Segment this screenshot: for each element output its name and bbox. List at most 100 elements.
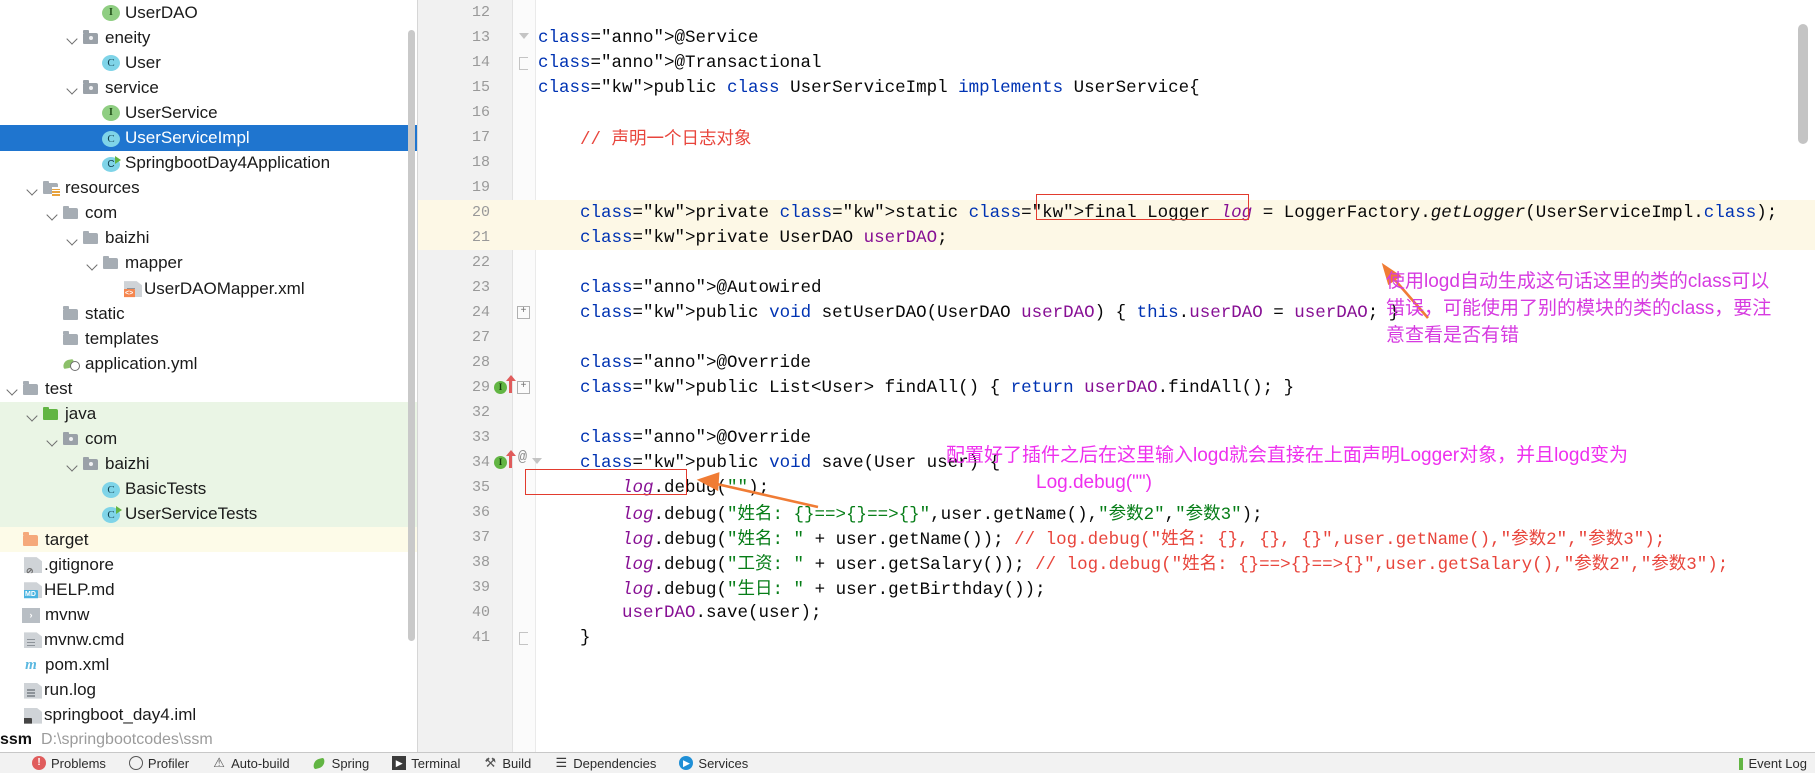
tree-item-basictests[interactable]: C BasicTests bbox=[0, 476, 418, 502]
sidebar-scrollbar[interactable] bbox=[408, 30, 415, 641]
runnable-class-icon: C bbox=[102, 505, 122, 523]
tree-item-mvnw-cmd[interactable]: mvnw.cmd bbox=[0, 627, 418, 652]
tree-item--gitignore[interactable]: ⊘ .gitignore bbox=[0, 552, 418, 577]
fold-expand-24[interactable]: + bbox=[517, 306, 530, 319]
tree-item-baizhi[interactable]: baizhi bbox=[0, 226, 418, 251]
code-line[interactable]: 14 class="anno">@Transactional bbox=[418, 50, 1815, 75]
tree-item-springboot-day4-iml[interactable]: springboot_day4.iml bbox=[0, 703, 418, 728]
tree-item-application-yml[interactable]: application.yml bbox=[0, 351, 418, 376]
tree-item-springbootday4application[interactable]: C SpringbootDay4Application bbox=[0, 151, 418, 176]
code-line[interactable]: 40 userDAO.save(user); bbox=[418, 600, 1815, 625]
module-row[interactable]: ssm D:\springbootcodes\ssm bbox=[0, 728, 213, 752]
tree-item-pom-xml[interactable]: m pom.xml bbox=[0, 652, 418, 677]
code-line[interactable]: 32 bbox=[418, 400, 1815, 425]
bottom-tab-build[interactable]: ⚒ Build bbox=[483, 755, 532, 771]
code-line-text: class="anno">@Autowired bbox=[580, 277, 822, 298]
tree-item-mapper[interactable]: mapper bbox=[0, 251, 418, 276]
code-line[interactable]: 15 class="kw">public class UserServiceImp… bbox=[418, 75, 1815, 100]
logger-annotation-line-2: 错误，可能使用了别的模块的类的class，要注 bbox=[1386, 298, 1772, 319]
code-text-area[interactable]: 12 13 class="anno">@Service 14 class="anno">… bbox=[418, 0, 1815, 752]
bottom-tab-label: Build bbox=[502, 755, 532, 771]
iml-module-file-icon bbox=[24, 707, 42, 724]
fold-triangle-34[interactable] bbox=[532, 458, 542, 464]
code-line[interactable]: 29 class="kw">public List<User> findAll(… bbox=[418, 375, 1815, 400]
tree-item-label: UserDAO bbox=[125, 2, 198, 22]
code-line[interactable]: 28 class="anno">@Override bbox=[418, 350, 1815, 375]
chevron-down-icon[interactable] bbox=[6, 382, 19, 395]
bottom-tab-problems[interactable]: ! Problems bbox=[32, 756, 106, 771]
event-log-button[interactable]: Event Log bbox=[1739, 756, 1807, 771]
tree-item-baizhi[interactable]: baizhi bbox=[0, 451, 418, 477]
chevron-down-icon[interactable] bbox=[46, 433, 59, 446]
project-tree-panel[interactable]: I UserDAO eneity C User service I UserService C U… bbox=[0, 0, 418, 752]
tree-item-templates[interactable]: templates bbox=[0, 326, 418, 351]
implemented-method-icon-34[interactable]: I bbox=[494, 456, 507, 469]
chevron-down-icon[interactable] bbox=[66, 458, 79, 471]
tree-item-mvnw[interactable]: › mvnw bbox=[0, 602, 418, 627]
tree-item-target[interactable]: target bbox=[0, 526, 418, 553]
tree-item-java[interactable]: java bbox=[0, 401, 418, 427]
code-line[interactable]: 19 bbox=[418, 175, 1815, 200]
fold-bracket-41[interactable] bbox=[519, 632, 528, 645]
tree-item-service[interactable]: service bbox=[0, 75, 418, 100]
code-line[interactable]: 17 // 声明一个日志对象 bbox=[418, 125, 1815, 150]
tree-item-com[interactable]: com bbox=[0, 426, 418, 452]
tree-item-userdaomapper-xml[interactable]: <> UserDAOMapper.xml bbox=[0, 276, 418, 301]
tree-item-com[interactable]: com bbox=[0, 201, 418, 226]
tree-item-label: resources bbox=[65, 178, 140, 198]
tree-item-userserviceimpl[interactable]: C UserServiceImpl bbox=[0, 125, 418, 151]
tree-item-test[interactable]: test bbox=[0, 376, 418, 401]
code-line[interactable]: 41 } bbox=[418, 625, 1815, 650]
tree-item-label: SpringbootDay4Application bbox=[125, 153, 331, 173]
fold-triangle-13[interactable] bbox=[519, 33, 529, 39]
tree-item-label: java bbox=[65, 404, 97, 424]
code-line[interactable]: 12 bbox=[418, 0, 1815, 25]
bottom-tool-window-bar[interactable]: ! Problems Profiler ⚠ Auto-build Spring ▶ Termi… bbox=[0, 753, 1815, 773]
code-line-text: class="anno">@Override bbox=[580, 427, 812, 448]
tree-item-label: mapper bbox=[125, 253, 183, 273]
chevron-down-icon[interactable] bbox=[86, 257, 99, 270]
bottom-tab-terminal[interactable]: ▶ Terminal bbox=[392, 756, 460, 771]
code-line[interactable]: 38 log.debug("工资: " + user.getSalary());… bbox=[418, 550, 1815, 575]
line-number: 12 bbox=[471, 4, 490, 22]
fold-bracket-14[interactable] bbox=[519, 57, 528, 70]
tree-item-user[interactable]: C User bbox=[0, 50, 418, 75]
tree-item-userservicetests[interactable]: C UserServiceTests bbox=[0, 501, 418, 527]
chevron-down-icon[interactable] bbox=[26, 408, 39, 421]
bottom-tab-auto-build[interactable]: ⚠ Auto-build bbox=[212, 756, 289, 771]
chevron-down-icon[interactable] bbox=[46, 207, 59, 220]
logger-annotation-line-3: 意查看是否有错 bbox=[1386, 325, 1520, 346]
chevron-down-icon[interactable] bbox=[66, 31, 79, 44]
bottom-tab-profiler[interactable]: Profiler bbox=[128, 756, 189, 771]
chevron-down-icon[interactable] bbox=[66, 232, 79, 245]
tree-item-resources[interactable]: resources bbox=[0, 176, 418, 201]
tree-item-static[interactable]: static bbox=[0, 301, 418, 326]
code-line[interactable]: 27 bbox=[418, 325, 1815, 350]
tree-item-eneity[interactable]: eneity bbox=[0, 25, 418, 50]
code-line[interactable]: 16 bbox=[418, 100, 1815, 125]
tree-item-run-log[interactable]: run.log bbox=[0, 678, 418, 703]
code-line[interactable]: 13 class="anno">@Service bbox=[418, 25, 1815, 50]
chevron-down-icon[interactable] bbox=[26, 182, 39, 195]
fold-expand-29[interactable]: + bbox=[517, 381, 530, 394]
package-folder-icon bbox=[82, 455, 100, 473]
tree-item-userdao[interactable]: I UserDAO bbox=[0, 0, 418, 25]
code-line[interactable]: 21 class="kw">private UserDAO userDAO; bbox=[418, 225, 1815, 250]
code-line[interactable]: 36 log.debug("姓名: {}==>{}==>{}",user.get… bbox=[418, 500, 1815, 525]
tree-item-label: BasicTests bbox=[125, 479, 207, 499]
bottom-tab-spring[interactable]: Spring bbox=[313, 756, 370, 771]
code-line[interactable]: 18 bbox=[418, 150, 1815, 175]
bottom-tab-dependencies[interactable]: ☰ Dependencies bbox=[554, 756, 656, 771]
code-editor[interactable]: 12 13 class="anno">@Service 14 class="anno">… bbox=[418, 0, 1815, 752]
bottom-tab-services[interactable]: ▶ Services bbox=[679, 756, 748, 771]
implemented-method-icon-29[interactable]: I bbox=[494, 381, 507, 394]
tree-item-userservice[interactable]: I UserService bbox=[0, 100, 418, 125]
editor-scrollbar[interactable] bbox=[1798, 24, 1808, 144]
code-line[interactable]: 37 log.debug("姓名: " + user.getName()); /… bbox=[418, 525, 1815, 550]
chevron-down-icon[interactable] bbox=[66, 81, 79, 94]
text-file-icon bbox=[24, 682, 42, 699]
code-line[interactable]: 20 class="kw">private class="kw">static … bbox=[418, 200, 1815, 225]
code-line[interactable]: 39 log.debug("生日: " + user.getBirthday()… bbox=[418, 575, 1815, 600]
tree-item-help-md[interactable]: MD HELP.md bbox=[0, 577, 418, 602]
